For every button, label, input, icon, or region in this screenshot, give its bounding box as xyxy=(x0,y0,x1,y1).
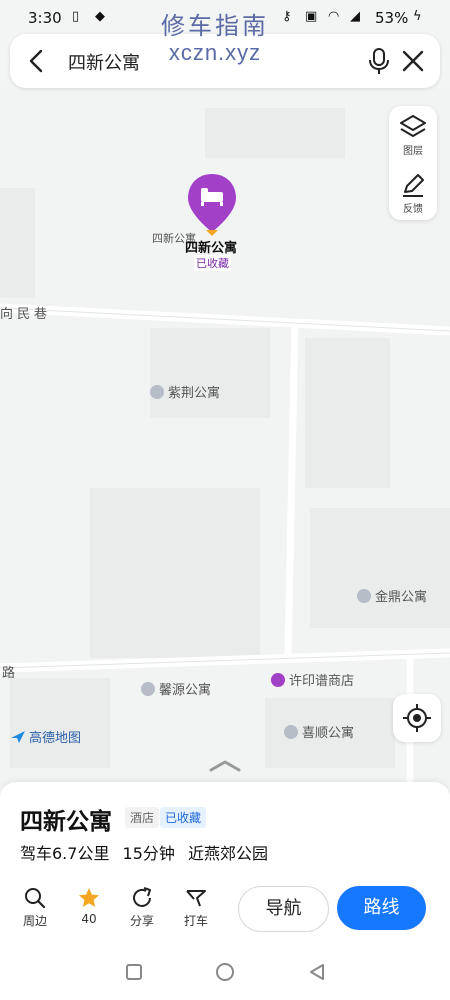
sheet-expand-handle[interactable] xyxy=(208,758,242,774)
place-meta: 驾车6.7公里 15分钟 近燕郊公园 xyxy=(20,840,276,864)
nearby-button[interactable]: 周边 xyxy=(11,886,59,929)
poi-shop-icon xyxy=(271,672,285,687)
cat-app-icon: ◆ xyxy=(95,9,105,24)
road-label: 向民巷 xyxy=(0,307,52,322)
back-arrow-icon[interactable] xyxy=(24,48,50,74)
wifi-icon: ◠ xyxy=(328,9,340,24)
action-bar: 周边 40 分享 打车 导航 路线 xyxy=(0,878,450,944)
system-nav-bar xyxy=(0,944,450,1000)
poi-marker[interactable]: 许印谱商店 xyxy=(271,670,354,689)
feedback-label: 反馈 xyxy=(403,204,423,215)
signal-icon: ◢ xyxy=(350,9,360,24)
edit-icon xyxy=(403,174,424,197)
volte-icon: ▣ xyxy=(305,9,318,24)
selected-hotel-marker[interactable] xyxy=(186,172,238,236)
saved-tag: 已收藏 xyxy=(160,807,207,828)
place-title: 四新公寓 xyxy=(20,809,112,835)
taxi-icon xyxy=(186,890,206,907)
favorite-count: 40 xyxy=(81,912,97,926)
home-icon[interactable] xyxy=(215,962,235,982)
layers-button[interactable]: 图层 xyxy=(389,106,437,162)
status-time: 3:30 xyxy=(28,9,62,27)
search-icon xyxy=(25,888,46,909)
navigate-button[interactable]: 导航 xyxy=(238,886,329,932)
feedback-button[interactable]: 反馈 xyxy=(389,164,437,220)
poi-label: 馨源公寓 xyxy=(159,683,212,698)
close-icon[interactable] xyxy=(400,48,426,74)
logo-text: 高德地图 xyxy=(29,731,82,746)
sim-icon: ▯ xyxy=(72,9,80,24)
drive-distance: 驾车6.7公里 xyxy=(20,844,110,863)
share-button[interactable]: 分享 xyxy=(118,886,166,929)
locate-me-button[interactable] xyxy=(393,694,441,742)
share-icon xyxy=(133,887,151,907)
taxi-label: 打车 xyxy=(183,914,208,928)
locate-icon xyxy=(403,704,431,732)
marker-label: 四新公寓 xyxy=(185,241,238,256)
poi-label: 喜顺公寓 xyxy=(302,726,355,741)
status-bar: 3:30 ▯ ◆ ⚷ ▣ ◠ ◢ 53% ϟ xyxy=(0,0,450,36)
category-tag: 酒店 xyxy=(125,807,160,828)
poi-building-icon xyxy=(284,724,298,739)
poi-building-icon xyxy=(357,588,371,603)
search-bar: 四新公寓 xyxy=(10,34,440,88)
road-label: 路 xyxy=(2,666,20,681)
poi-building-icon xyxy=(150,384,164,399)
search-input[interactable]: 四新公寓 xyxy=(68,49,140,75)
poi-label: 金鼎公寓 xyxy=(375,590,428,605)
drive-duration: 15分钟 xyxy=(122,844,175,863)
map-provider-logo: 高德地图 xyxy=(10,727,81,746)
layers-icon xyxy=(400,115,426,137)
map-tools-panel: 图层 反馈 xyxy=(389,106,437,220)
poi-marker[interactable]: 喜顺公寓 xyxy=(284,722,354,741)
share-label: 分享 xyxy=(129,914,154,928)
nearby-landmark: 近燕郊公园 xyxy=(188,844,269,863)
battery-percent: 53% xyxy=(375,9,409,27)
nearby-label: 周边 xyxy=(22,914,47,928)
back-icon[interactable] xyxy=(307,962,327,982)
marker-saved-badge: 已收藏 xyxy=(194,255,231,271)
amap-logo-icon xyxy=(11,730,25,743)
layers-label: 图层 xyxy=(403,146,423,157)
recents-icon[interactable] xyxy=(124,962,144,982)
star-icon xyxy=(79,888,99,907)
poi-marker[interactable]: 金鼎公寓 xyxy=(357,586,427,605)
poi-marker[interactable]: 紫荆公寓 xyxy=(150,382,220,401)
poi-marker[interactable]: 馨源公寓 xyxy=(141,679,211,698)
route-button[interactable]: 路线 xyxy=(337,886,426,930)
charging-icon: ϟ xyxy=(413,9,422,24)
place-detail-sheet[interactable]: 四新公寓 酒店 已收藏 驾车6.7公里 15分钟 近燕郊公园 周边 40 分享 xyxy=(0,782,450,944)
poi-label: 许印谱商店 xyxy=(289,674,355,689)
poi-label: 紫荆公寓 xyxy=(168,386,221,401)
microphone-icon[interactable] xyxy=(366,47,392,75)
poi-building-icon xyxy=(141,681,155,696)
key-icon: ⚷ xyxy=(282,9,292,24)
favorite-button[interactable]: 40 xyxy=(65,886,113,926)
taxi-button[interactable]: 打车 xyxy=(172,886,220,929)
